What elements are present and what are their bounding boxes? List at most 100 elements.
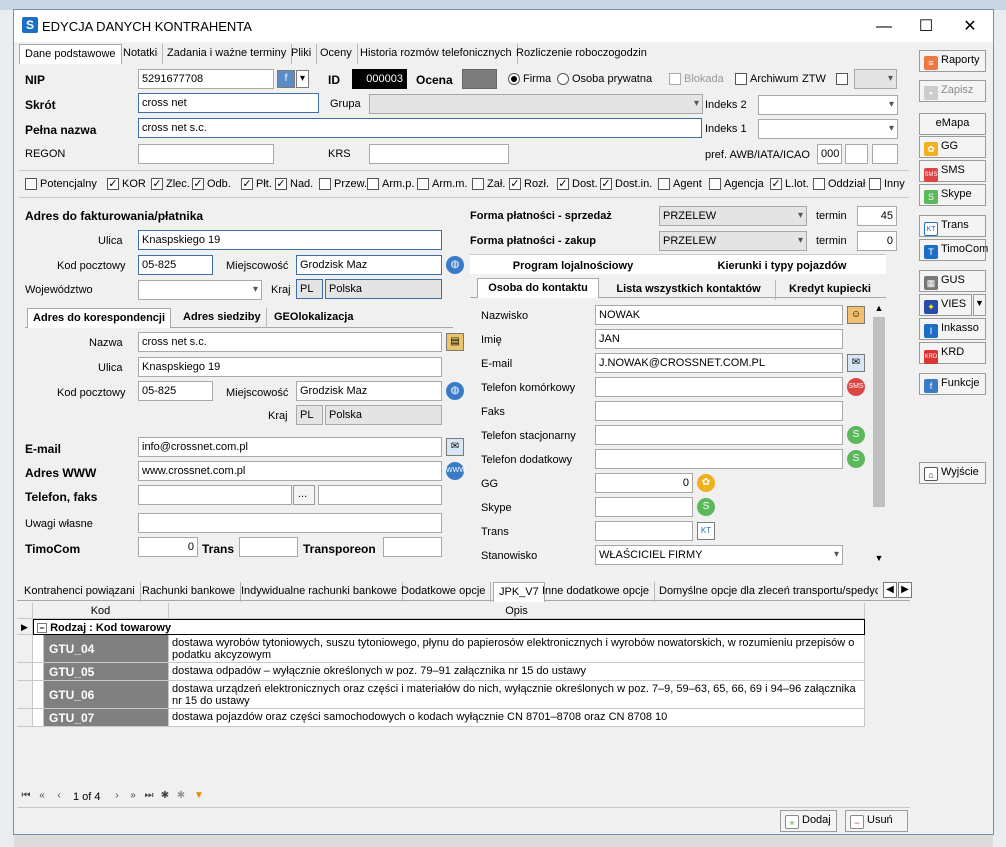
tab-oceny[interactable]: Oceny [315, 44, 358, 64]
firma-radio[interactable] [508, 73, 520, 85]
checkbox-4[interactable]: ✓ [241, 178, 253, 190]
copy-address-icon[interactable]: ▤ [446, 333, 464, 351]
pref-input-3[interactable] [872, 144, 898, 164]
vies-dropdown-button[interactable]: ▼ [973, 294, 986, 316]
checkbox-7[interactable] [367, 178, 379, 190]
dodatkowy-input[interactable] [595, 449, 843, 469]
prev-jump-icon[interactable]: « [35, 788, 49, 804]
bottom-tab-5[interactable]: Inne dodatkowe opcje [537, 582, 656, 602]
checkbox-15[interactable]: ✓ [770, 178, 782, 190]
table-row-kod[interactable]: GTU_05 [44, 663, 169, 681]
checkbox-10[interactable]: ✓ [509, 178, 521, 190]
corr-kod-input[interactable]: 05-825 [138, 381, 213, 401]
tabs-scroll-left-icon[interactable]: ◀ [883, 582, 897, 598]
checkbox-13[interactable] [658, 178, 670, 190]
row-selector[interactable] [17, 635, 33, 663]
last-page-icon[interactable]: ⏭ [142, 788, 156, 804]
email-send-icon[interactable]: ✉ [446, 438, 464, 456]
person-email-input[interactable]: J.NOWAK@CROSSNET.COM.PL [595, 353, 843, 373]
stanowisko-select[interactable]: WŁAŚCICIEL FIRMY ▾ [595, 545, 843, 565]
table-row-opis[interactable]: dostawa pojazdów oraz części samochodowy… [169, 709, 865, 727]
scroll-up-icon[interactable]: ▲ [872, 303, 886, 315]
collapse-icon[interactable]: − [37, 623, 47, 633]
tab-kredyt-kupiecki[interactable]: Kredyt kupiecki [778, 280, 882, 300]
bottom-tab-6[interactable]: Domyślne opcje dla zleceń transportu/spe… [654, 582, 878, 602]
person-trans-input[interactable] [595, 521, 693, 541]
nip-lookup-icon[interactable]: f [277, 70, 295, 88]
tab-dane-podstawowe[interactable]: Dane podstawowe [19, 44, 122, 64]
www-open-icon[interactable]: WWW [446, 462, 466, 480]
table-row-kod[interactable]: GTU_07 [44, 709, 169, 727]
checkbox-14[interactable] [709, 178, 721, 190]
rating-box[interactable] [462, 69, 497, 89]
table-row-opis[interactable]: dostawa wyrobów tytoniowych, suszu tyton… [169, 635, 865, 663]
maximize-button[interactable]: ☐ [914, 16, 938, 38]
zapisz-button[interactable]: ▪ Zapisz [919, 80, 986, 102]
pelna-nazwa-input[interactable]: cross net s.c. [138, 118, 702, 138]
telefon-input[interactable] [138, 485, 292, 505]
corr-ulica-input[interactable]: Knaspskiego 19 [138, 357, 442, 377]
krs-input[interactable] [369, 144, 509, 164]
sprzedaz-select[interactable]: PRZELEW ▾ [659, 206, 807, 226]
timocom-input[interactable]: 0 [138, 537, 198, 557]
checkbox-3[interactable]: ✓ [192, 178, 204, 190]
krd-button[interactable]: KRD KRD [919, 342, 986, 364]
usun-button[interactable]: − Usuń [845, 810, 908, 832]
checkbox-16[interactable] [813, 178, 825, 190]
table-row-kod[interactable]: GTU_04 [44, 635, 169, 663]
osoba-radio[interactable] [557, 73, 569, 85]
tab-notatki[interactable]: Notatki [118, 44, 164, 64]
sms-button[interactable]: SMS SMS [919, 160, 986, 182]
billing-ulica-input[interactable]: Knaspskiego 19 [138, 230, 442, 250]
komorkowy-input[interactable] [595, 377, 843, 397]
raporty-button[interactable]: ≡ Raporty [919, 50, 986, 72]
archiwum-checkbox[interactable] [735, 73, 747, 85]
telefon-more-button[interactable]: ... [293, 485, 315, 505]
billing-kraj-code[interactable]: PL [296, 279, 323, 299]
tab-pliki[interactable]: Pliki [286, 44, 318, 64]
pref-input-2[interactable] [845, 144, 868, 164]
ztw-checkbox[interactable] [836, 73, 848, 85]
delete-record-icon[interactable]: ✱ [174, 788, 188, 804]
termin-z-input[interactable]: 0 [857, 231, 897, 251]
ztw-select[interactable]: ▾ [854, 69, 897, 89]
zakup-select[interactable]: PRZELEW ▾ [659, 231, 807, 251]
tab-adres-siedziby[interactable]: Adres siedziby [178, 308, 267, 328]
corr-nazwa-input[interactable]: cross net s.c. [138, 332, 442, 352]
indeks2-select[interactable]: ▾ [758, 95, 898, 115]
row-selector[interactable] [17, 681, 33, 709]
gus-button[interactable]: ▦ GUS [919, 270, 986, 292]
bottom-tab-1[interactable]: Rachunki bankowe [137, 582, 241, 602]
checkbox-11[interactable]: ✓ [557, 178, 569, 190]
regon-input[interactable] [138, 144, 274, 164]
stacjonarny-input[interactable] [595, 425, 843, 445]
billing-kod-input[interactable]: 05-825 [138, 255, 213, 275]
person-faks-input[interactable] [595, 401, 843, 421]
funkcje-button[interactable]: f Funkcje [919, 373, 986, 395]
indeks1-select[interactable]: ▾ [758, 119, 898, 139]
person-icon[interactable]: ☺ [847, 306, 865, 324]
dodaj-button[interactable]: + Dodaj [780, 810, 837, 832]
group-row[interactable]: − Rodzaj : Kod towarowy [33, 619, 865, 635]
skype-input[interactable] [595, 497, 693, 517]
checkbox-5[interactable]: ✓ [275, 178, 287, 190]
gg-icon[interactable]: ✿ [697, 474, 715, 492]
nip-dropdown-icon[interactable]: ▾ [296, 70, 309, 88]
grupa-select[interactable]: ▾ [369, 94, 703, 114]
email-input[interactable]: info@crossnet.com.pl [138, 437, 442, 457]
tabs-scroll-right-icon[interactable]: ▶ [898, 582, 912, 598]
emapa-button[interactable]: eMapa [919, 113, 986, 135]
checkbox-2[interactable]: ✓ [151, 178, 163, 190]
tab-lista-kontaktow[interactable]: Lista wszystkich kontaktów [602, 280, 776, 300]
bottom-tab-2[interactable]: Indywidualne rachunki bankowe [236, 582, 403, 602]
tab-osoba-kontaktu[interactable]: Osoba do kontaktu [477, 278, 599, 298]
inkasso-button[interactable]: I Inkasso [919, 318, 986, 340]
tab-historia[interactable]: Historia rozmów telefonicznych [355, 44, 518, 64]
blokada-checkbox[interactable] [669, 73, 681, 85]
person-email-icon[interactable]: ✉ [847, 354, 865, 372]
www-input[interactable]: www.crossnet.com.pl [138, 461, 442, 481]
vies-button[interactable]: ✦ VIES [919, 294, 972, 316]
skype-call-icon[interactable]: S [847, 426, 865, 444]
person-scrollbar[interactable]: ▲ ▼ [872, 303, 886, 566]
table-row-opis[interactable]: dostawa odpadów – wyłącznie określonych … [169, 663, 865, 681]
